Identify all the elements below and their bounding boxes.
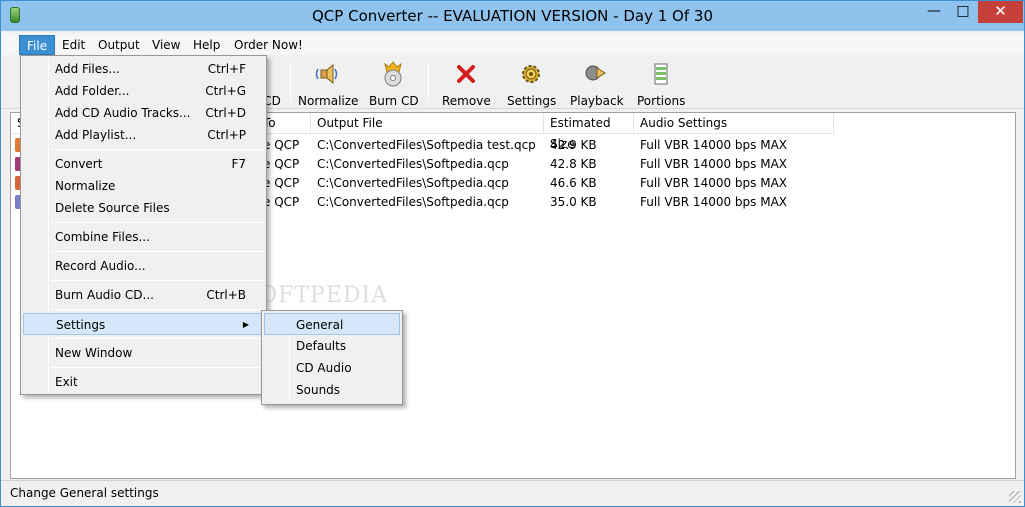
file-menu-dropdown: Add Files... Ctrl+F Add Folder... Ctrl+G… (20, 55, 267, 395)
portions-icon (648, 61, 674, 87)
playback-button[interactable]: Playback (570, 61, 624, 108)
menu-item-label: Combine Files... (55, 230, 150, 244)
burn-cd-icon (380, 61, 406, 87)
menu-help[interactable]: Help (186, 35, 227, 55)
toolbar-label: Portions (637, 94, 686, 108)
menu-view[interactable]: View (145, 35, 187, 55)
gear-icon (518, 61, 544, 87)
column-header-audio-settings[interactable]: Audio Settings (634, 113, 834, 134)
settings-button[interactable]: Settings (507, 61, 557, 108)
cell-size: 35.0 KB (550, 195, 597, 209)
menu-item-label: Delete Source Files (55, 201, 170, 215)
resize-grip-icon[interactable] (1009, 491, 1021, 503)
menu-separator (51, 222, 264, 223)
menu-item-add-cd-audio-tracks[interactable]: Add CD Audio Tracks... Ctrl+D (23, 102, 264, 124)
menu-item-shortcut: Ctrl+F (207, 62, 246, 76)
submenu-item-defaults[interactable]: Defaults (264, 335, 400, 357)
menu-item-label: Add Files... (55, 62, 120, 76)
menu-item-label: Settings (56, 318, 106, 332)
menu-item-delete-source-files[interactable]: Delete Source Files (23, 197, 264, 219)
normalize-button[interactable]: Normalize (298, 61, 359, 108)
menu-item-label: New Window (55, 346, 133, 360)
menu-item-settings[interactable]: Settings ▶ (23, 313, 264, 335)
menu-item-shortcut: Ctrl+D (205, 106, 246, 120)
window-title: QCP Converter -- EVALUATION VERSION - Da… (312, 7, 713, 25)
menu-separator (51, 338, 264, 339)
menu-item-label: Normalize (55, 179, 116, 193)
app-window: QCP Converter -- EVALUATION VERSION - Da… (0, 0, 1025, 507)
menu-separator (51, 149, 264, 150)
cell-audio-settings: Full VBR 14000 bps MAX (640, 157, 787, 171)
status-text: Change General settings (10, 486, 159, 500)
menu-item-burn-audio-cd[interactable]: Burn Audio CD... Ctrl+B (23, 284, 264, 306)
toolbar-separator (290, 63, 291, 103)
cell-audio-settings: Full VBR 14000 bps MAX (640, 138, 787, 152)
playback-icon (583, 61, 609, 87)
menu-item-shortcut: Ctrl+G (205, 84, 246, 98)
menu-item-label: Exit (55, 375, 78, 389)
cell-output-file: C:\ConvertedFiles\Softpedia.qcp (317, 195, 509, 209)
menu-order-now[interactable]: Order Now! (227, 35, 310, 55)
red-x-icon (453, 61, 479, 87)
cell-audio-settings: Full VBR 14000 bps MAX (640, 176, 787, 190)
cell-size: 42.9 KB (550, 138, 597, 152)
status-bar: Change General settings (1, 480, 1024, 506)
speaker-icon (315, 61, 341, 87)
toolbar-label: Settings (507, 94, 557, 108)
cell-size: 42.8 KB (550, 157, 597, 171)
minimize-button[interactable]: — (920, 1, 948, 23)
cell-output-file: C:\ConvertedFiles\Softpedia.qcp (317, 176, 509, 190)
menu-separator (51, 367, 264, 368)
toolbar-label: Normalize (298, 94, 359, 108)
submenu-arrow-icon: ▶ (242, 320, 249, 329)
title-bar[interactable]: QCP Converter -- EVALUATION VERSION - Da… (1, 1, 1024, 31)
submenu-item-sounds[interactable]: Sounds (264, 379, 400, 401)
burn-cd-button[interactable]: Burn CD (369, 61, 419, 108)
menu-edit[interactable]: Edit (55, 35, 92, 55)
toolbar-label: Burn CD (369, 94, 419, 108)
menu-file[interactable]: File (19, 35, 56, 55)
cell-output-file: C:\ConvertedFiles\Softpedia.qcp (317, 157, 509, 171)
menu-item-label: Add Folder... (55, 84, 130, 98)
menu-item-combine-files[interactable]: Combine Files... (23, 226, 264, 248)
toolbar-label: Playback (570, 94, 624, 108)
close-button[interactable]: ✕ (978, 1, 1023, 23)
maximize-button[interactable]: □ (949, 1, 977, 23)
menu-item-label: Add CD Audio Tracks... (55, 106, 191, 120)
menu-item-label: Convert (55, 157, 103, 171)
menu-item-shortcut: Ctrl+B (206, 288, 246, 302)
menu-item-shortcut: Ctrl+P (207, 128, 246, 142)
toolbar-separator (428, 63, 429, 103)
remove-button[interactable]: Remove (442, 61, 491, 108)
column-header-output-file[interactable]: Output File (311, 113, 544, 134)
menu-separator (51, 309, 264, 310)
settings-submenu: General Defaults CD Audio Sounds (261, 310, 403, 405)
menu-separator (51, 251, 264, 252)
cell-size: 46.6 KB (550, 176, 597, 190)
menu-item-new-window[interactable]: New Window (23, 342, 264, 364)
cell-audio-settings: Full VBR 14000 bps MAX (640, 195, 787, 209)
menu-item-label: Burn Audio CD... (55, 288, 154, 302)
menu-item-exit[interactable]: Exit (23, 371, 264, 393)
menu-item-add-folder[interactable]: Add Folder... Ctrl+G (23, 80, 264, 102)
menu-item-shortcut: F7 (231, 157, 246, 171)
column-header-estimated-size[interactable]: Estimated Size (544, 113, 634, 151)
menu-item-add-playlist[interactable]: Add Playlist... Ctrl+P (23, 124, 264, 146)
menu-item-add-files[interactable]: Add Files... Ctrl+F (23, 58, 264, 80)
menu-separator (51, 280, 264, 281)
menu-item-convert[interactable]: Convert F7 (23, 153, 264, 175)
submenu-item-general[interactable]: General (264, 313, 400, 335)
menu-item-label: Record Audio... (55, 259, 146, 273)
menu-item-record-audio[interactable]: Record Audio... (23, 255, 264, 277)
menu-output[interactable]: Output (91, 35, 147, 55)
menu-bar: File Edit Output View Help Order Now! (1, 33, 1024, 55)
cell-output-file: C:\ConvertedFiles\Softpedia test.qcp (317, 138, 536, 152)
toolbar-label: Remove (442, 94, 491, 108)
submenu-item-cd-audio[interactable]: CD Audio (264, 357, 400, 379)
menu-item-label: Add Playlist... (55, 128, 137, 142)
portions-button[interactable]: Portions (637, 61, 686, 108)
menu-item-normalize[interactable]: Normalize (23, 175, 264, 197)
